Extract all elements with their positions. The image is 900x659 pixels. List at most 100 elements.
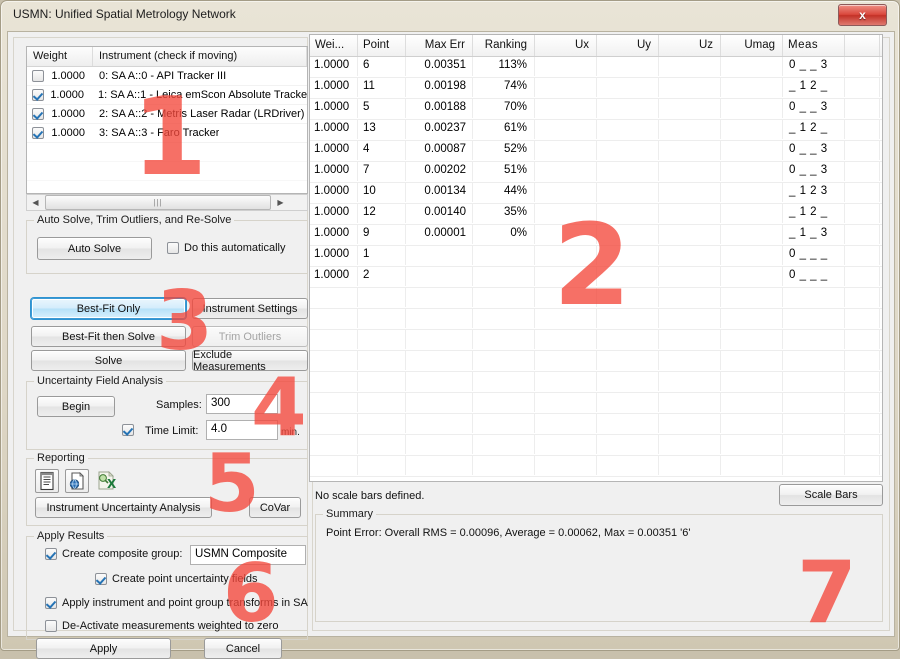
time-limit-input[interactable]: 4.0 [206, 420, 278, 440]
table-row[interactable]: 1.0000 6 0.00351 113% 0 _ _ 3 [310, 57, 882, 78]
cell-point: 13 [358, 120, 406, 139]
create-point-uncertainty-fields-checkbox[interactable] [95, 573, 107, 585]
cell-point: 12 [358, 204, 406, 223]
best-fit-only-button[interactable]: Best-Fit Only [31, 298, 186, 319]
scroll-right-arrow-icon[interactable]: ▶ [272, 195, 289, 210]
samples-input[interactable]: 300 [206, 394, 278, 414]
cell-ranking [473, 267, 535, 286]
scroll-thumb[interactable]: ||| [45, 195, 271, 210]
instrument-settings-button[interactable]: Instrument Settings [192, 298, 308, 319]
apply-transforms-checkbox[interactable] [45, 597, 57, 609]
covar-button[interactable]: CoVar [249, 497, 301, 518]
cell-spacer [845, 246, 880, 265]
deactivate-measurements-checkbox[interactable] [45, 620, 57, 632]
table-row[interactable]: 1.0000 10 0.00134 44% _ 1 2 3 [310, 183, 882, 204]
cell-umag [721, 225, 783, 244]
scroll-left-arrow-icon[interactable]: ◀ [27, 195, 44, 210]
apply-results-legend: Apply Results [34, 530, 108, 542]
cell-point: 6 [358, 57, 406, 76]
instrument-uncertainty-analysis-button[interactable]: Instrument Uncertainty Analysis [35, 497, 212, 518]
solve-button[interactable]: Solve [31, 350, 186, 371]
cell-point: 11 [358, 78, 406, 97]
instrument-moving-checkbox[interactable] [32, 70, 44, 82]
cell-wei: 1.0000 [310, 246, 358, 265]
cell-uz [659, 204, 721, 223]
instrument-row[interactable]: 1.0000 0: SA A::0 - API Tracker III [27, 67, 307, 86]
instrument-list-hscrollbar[interactable]: ◀ ||| ▶ [26, 194, 308, 211]
auto-solve-group: Auto Solve, Trim Outliers, and Re-Solve … [26, 214, 308, 274]
instrument-moving-checkbox[interactable] [32, 127, 44, 139]
do-this-automatically-row[interactable]: Do this automatically [167, 242, 286, 254]
report-document-icon[interactable] [35, 469, 59, 493]
exclude-measurements-button[interactable]: Exclude Measurements [192, 349, 308, 373]
col-header-uy[interactable]: Uy [597, 35, 659, 56]
composite-group-name-input[interactable]: USMN Composite [190, 545, 306, 565]
do-this-automatically-label: Do this automatically [184, 242, 286, 254]
close-button[interactable]: x [838, 4, 887, 26]
auto-solve-button[interactable]: Auto Solve [37, 237, 152, 260]
cell-point: 1 [358, 246, 406, 265]
cell-wei: 1.0000 [310, 57, 358, 76]
best-fit-then-solve-button[interactable]: Best-Fit then Solve [31, 326, 186, 347]
table-row[interactable]: 1.0000 2 0 _ _ _ [310, 267, 882, 288]
samples-label: Samples: [156, 399, 202, 411]
table-row[interactable]: 1.0000 12 0.00140 35% _ 1 2 _ [310, 204, 882, 225]
table-row[interactable]: 1.0000 13 0.00237 61% _ 1 2 _ [310, 120, 882, 141]
cell-meas: _ 1 2 _ [783, 204, 845, 223]
cell-ux [535, 57, 597, 76]
cell-uz [659, 246, 721, 265]
cell-uz [659, 267, 721, 286]
do-this-automatically-checkbox[interactable] [167, 242, 179, 254]
time-limit-label: Time Limit: [145, 425, 199, 437]
cell-wei: 1.0000 [310, 141, 358, 160]
table-row[interactable]: 1.0000 7 0.00202 51% 0 _ _ 3 [310, 162, 882, 183]
col-header-spacer [845, 35, 880, 56]
begin-button[interactable]: Begin [37, 396, 115, 417]
cell-umag [721, 99, 783, 118]
cell-max-err: 0.00087 [406, 141, 473, 160]
table-row[interactable]: 1.0000 4 0.00087 52% 0 _ _ 3 [310, 141, 882, 162]
instrument-row-empty [27, 181, 307, 193]
title-bar: USMN: Unified Spatial Metrology Network … [1, 1, 899, 31]
cell-uy [597, 78, 659, 97]
col-header-max-err[interactable]: Max Err [406, 35, 473, 56]
instrument-moving-checkbox[interactable] [32, 89, 44, 101]
points-table[interactable]: Wei... Point Max Err Ranking Ux Uy Uz Um… [309, 34, 883, 482]
time-limit-checkbox[interactable] [122, 424, 134, 436]
excel-export-icon[interactable]: X [95, 469, 119, 493]
reporting-legend: Reporting [34, 452, 88, 464]
table-row-empty [310, 330, 882, 351]
cell-meas: 0 _ _ 3 [783, 99, 845, 118]
table-row-empty [310, 309, 882, 330]
cell-umag [721, 246, 783, 265]
instrument-row[interactable]: 1.0000 1: SA A::1 - Leica emScon Absolute… [27, 86, 307, 105]
table-row[interactable]: 1.0000 9 0.00001 0% _ 1 _ 3 [310, 225, 882, 246]
col-header-ux[interactable]: Ux [535, 35, 597, 56]
instrument-row[interactable]: 1.0000 3: SA A::3 - Faro Tracker [27, 124, 307, 143]
cell-meas: 0 _ _ 3 [783, 162, 845, 181]
col-header-uz[interactable]: Uz [659, 35, 721, 56]
col-header-ranking[interactable]: Ranking [473, 35, 535, 56]
col-header-wei[interactable]: Wei... [310, 35, 358, 56]
table-row[interactable]: 1.0000 11 0.00198 74% _ 1 2 _ [310, 78, 882, 99]
col-header-point[interactable]: Point [358, 35, 406, 56]
instrument-list[interactable]: Weight Instrument (check if moving) 1.00… [26, 46, 308, 194]
instrument-moving-checkbox[interactable] [32, 108, 44, 120]
create-composite-group-row[interactable]: Create composite group: [45, 548, 182, 560]
scale-bars-button[interactable]: Scale Bars [779, 484, 883, 506]
cancel-button[interactable]: Cancel [204, 638, 282, 659]
instrument-row-empty [27, 162, 307, 181]
instrument-row[interactable]: 1.0000 2: SA A::2 - Metris Laser Radar (L… [27, 105, 307, 124]
col-header-meas[interactable]: Meas [783, 35, 845, 56]
create-point-uncertainty-fields-row[interactable]: Create point uncertainty fields [95, 573, 258, 585]
apply-transforms-row[interactable]: Apply instrument and point group transfo… [45, 597, 308, 609]
cell-point: 5 [358, 99, 406, 118]
table-row[interactable]: 1.0000 1 0 _ _ _ [310, 246, 882, 267]
web-page-icon[interactable] [65, 469, 89, 493]
col-header-umag[interactable]: Umag [721, 35, 783, 56]
apply-button[interactable]: Apply [36, 638, 171, 659]
create-composite-group-checkbox[interactable] [45, 548, 57, 560]
deactivate-measurements-row[interactable]: De-Activate measurements weighted to zer… [45, 620, 278, 632]
usmn-window: USMN: Unified Spatial Metrology Network … [0, 0, 900, 659]
table-row[interactable]: 1.0000 5 0.00188 70% 0 _ _ 3 [310, 99, 882, 120]
